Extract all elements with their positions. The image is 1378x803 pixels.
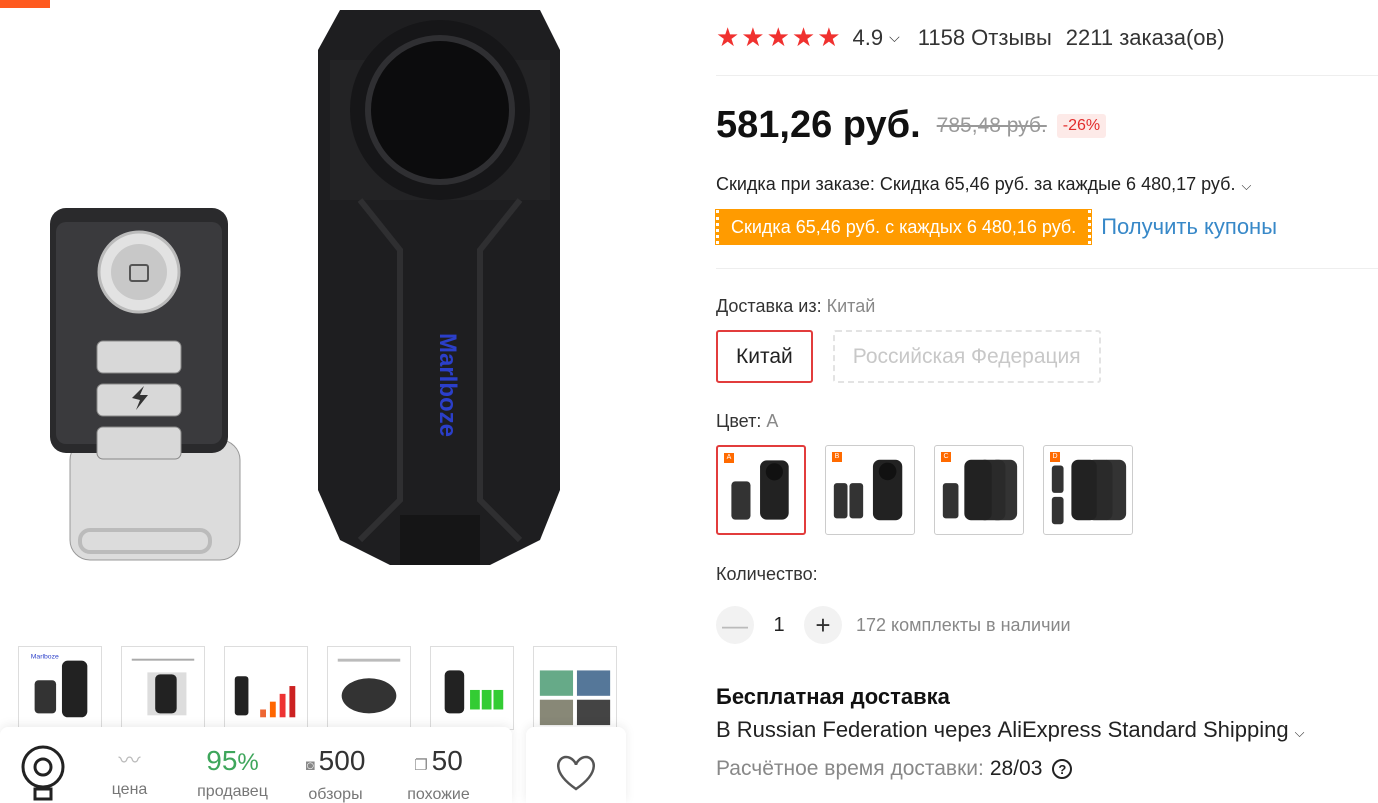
trend-icon: 〰 [118, 748, 141, 773]
thumbnail-1[interactable]: Marlboze [18, 646, 102, 730]
price-row: 581,26 руб. 785,48 руб. -26% [716, 104, 1107, 147]
discount-badge: -26% [1056, 113, 1107, 138]
help-icon[interactable]: ? [1052, 759, 1073, 779]
stat-price[interactable]: 〰 цена [78, 727, 181, 801]
seller-stats-bar: 〰 цена 95% продавец ◙ 500 обзоры ❐ 50 похо… [0, 727, 512, 803]
color-option-c[interactable]: C [934, 445, 1024, 535]
thumbnail-4[interactable] [327, 646, 411, 730]
ship-from-options: Китай Российская Федерация [716, 330, 1101, 383]
stock-info: 172 комплекты в наличии [856, 614, 1071, 635]
alarm-unit: Marlboze [318, 10, 560, 565]
svg-text:Marlboze: Marlboze [31, 654, 59, 661]
increase-quantity-button[interactable]: + [804, 606, 842, 644]
chevron-down-icon[interactable]: ⌵ [889, 29, 900, 46]
color-label: Цвет: A [716, 411, 779, 431]
ship-option-russia[interactable]: Российская Федерация [832, 330, 1101, 383]
free-shipping-title: Бесплатная доставка [716, 684, 950, 709]
eta-date: 28/03 [989, 757, 1043, 780]
color-options: A B C D [716, 445, 1133, 535]
lightbulb-gear-icon [18, 727, 78, 803]
thumbnail-6[interactable] [533, 646, 617, 730]
stat-reviews[interactable]: ◙ 500 обзоры [284, 727, 387, 803]
rating-row: ★★★★★ 4.9 ⌵ 1158 Отзывы 2211 заказа(ов) [716, 22, 1225, 53]
ship-from-label: Доставка из: Китай [716, 296, 876, 316]
wishlist-button[interactable] [526, 727, 626, 803]
thumbnail-5[interactable] [430, 646, 514, 730]
chevron-down-icon: ⌵ [1241, 178, 1252, 193]
color-option-b[interactable]: B [825, 445, 915, 535]
delivery-eta: Расчётное время доставки: 28/03 ? [716, 757, 1073, 781]
brand-logo: Marlboze [434, 333, 461, 437]
remote-key-fob [50, 208, 241, 561]
thumbnail-2[interactable] [121, 646, 205, 730]
rating-score[interactable]: 4.9 [853, 25, 884, 51]
copy-icon: ❐ [414, 757, 428, 774]
quantity-label: Количество: [716, 564, 818, 584]
ship-option-china[interactable]: Китай [716, 330, 813, 383]
divider [716, 75, 1378, 76]
thumbnail-3[interactable] [224, 646, 308, 730]
chevron-down-icon: ⌵ [1294, 725, 1305, 740]
color-option-d[interactable]: D [1043, 445, 1133, 535]
main-product-image[interactable]: Marlboze [20, 0, 660, 610]
heart-icon [557, 755, 595, 791]
old-price: 785,48 руб. [936, 113, 1047, 137]
shipping-method[interactable]: В Russian Federation через AliExpress St… [716, 717, 1304, 743]
current-price: 581,26 руб. [716, 104, 921, 146]
get-coupons-link[interactable]: Получить купоны [1101, 214, 1277, 240]
reviews-count[interactable]: 1158 Отзывы [918, 25, 1052, 51]
quantity-stepper: — 1 + 172 комплекты в наличии [716, 606, 1071, 644]
stat-seller[interactable]: 95% продавец [181, 727, 284, 803]
quantity-value[interactable]: 1 [754, 614, 804, 637]
orders-count: 2211 заказа(ов) [1065, 24, 1225, 50]
stat-similar[interactable]: ❐ 50 похожие [387, 727, 490, 803]
camera-icon: ◙ [305, 757, 315, 774]
color-option-a[interactable]: A [716, 445, 806, 535]
coupon-badge[interactable]: Скидка 65,46 руб. с каждых 6 480,16 руб. [714, 209, 1093, 245]
star-rating: ★★★★★ [716, 22, 843, 52]
decrease-quantity-button[interactable]: — [716, 606, 754, 644]
thumbnail-strip: Marlboze [18, 646, 617, 730]
divider [716, 268, 1378, 269]
coupon-row: Скидка 65,46 руб. с каждых 6 480,16 руб.… [714, 209, 1277, 245]
order-discount[interactable]: Скидка при заказе: Скидка 65,46 руб. за … [716, 174, 1251, 195]
